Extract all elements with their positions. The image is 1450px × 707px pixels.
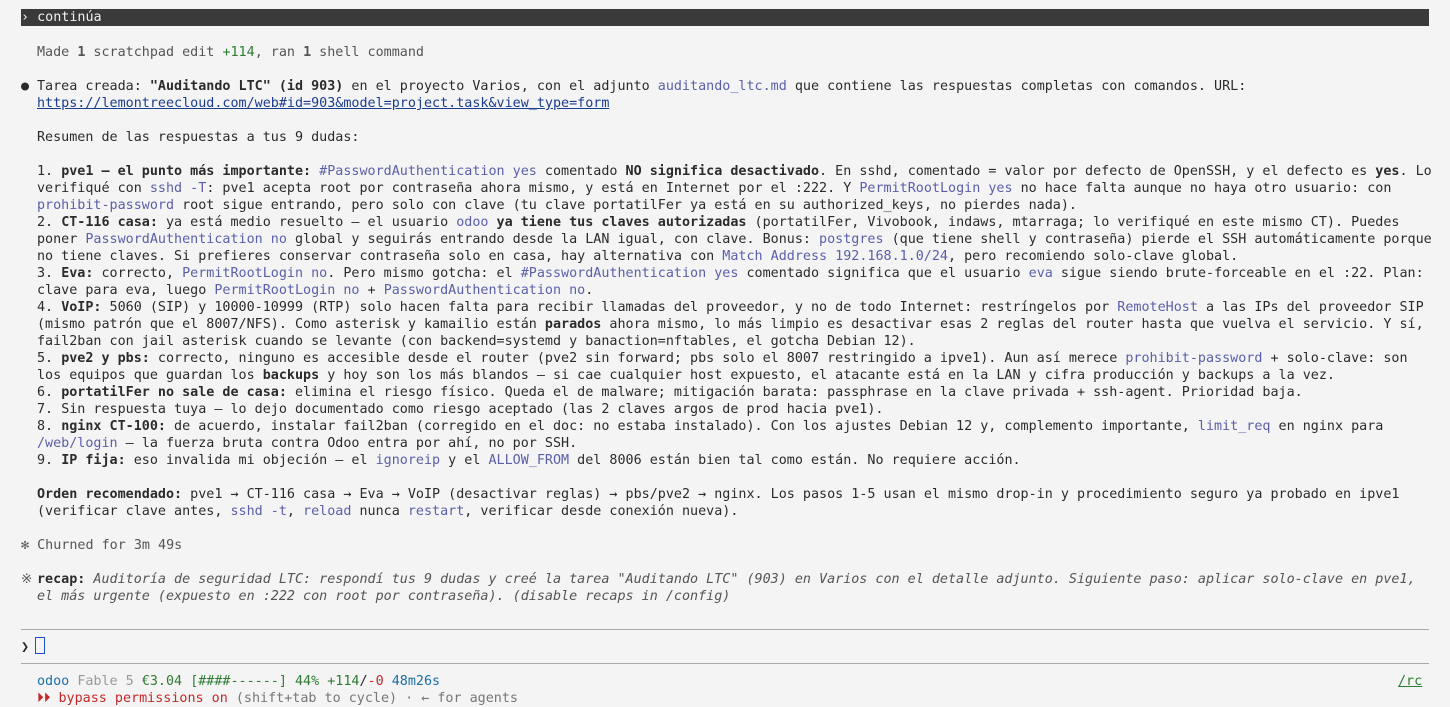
prompt-symbol: › [21,10,30,25]
response-bullet-icon: ● [21,79,30,94]
list-item: 3. Eva: correcto, PermitRootLogin no. Pe… [37,266,1424,298]
list-item: 2. CT-116 casa: ya está medio resuelto —… [37,215,1432,264]
status-line: odoo Fable 5 €3.04 [####------] 44% +114… [37,674,441,689]
permission-mode-indicator[interactable]: ⏵⏵ bypass permissions on (shift+tab to c… [37,690,518,707]
input-top-divider [21,629,1429,630]
assistant-response: Tarea creada: "Auditando LTC" (id 903) e… [37,78,1437,520]
list-item: 9. IP fija: eso invalida mi objeción — e… [37,453,1021,468]
task-created-line: Tarea creada: "Auditando LTC" (id 903) e… [37,79,1247,111]
list-item: 5. pve2 y pbs: correcto, ninguno es acce… [37,351,1408,383]
recap-note: ※ recap: Auditoría de seguridad LTC: res… [21,572,1416,604]
list-item: 6. portatilFer no sale de casa: elimina … [37,385,1303,400]
user-prompt-bar: › continúa [21,9,1429,26]
list-item: 8. nginx CT-100: de acuerdo, instalar fa… [37,419,1384,451]
prompt-input[interactable]: ❯ [21,637,46,656]
list-item: 7. Sin respuesta tuya — lo dejo document… [37,402,884,417]
prompt-text: continúa [37,10,102,25]
list-item: 4. VoIP: 5060 (SIP) y 10000-10999 (RTP) … [37,300,1424,349]
list-item: 1. pve1 — el punto más importante: #Pass… [37,164,1432,213]
text-cursor [35,637,46,654]
recommended-order: Orden recomendado: pve1 → CT-116 casa → … [37,487,1400,519]
task-url-link[interactable]: https://lemontreecloud.com/web#id=903&mo… [37,96,609,111]
recap-star-icon: ※ [21,572,33,587]
tool-summary: Made 1 scratchpad edit +114, ran 1 shell… [37,45,424,60]
input-chevron-icon: ❯ [21,640,30,655]
input-bottom-divider [21,663,1429,664]
churn-timer: ✻ Churned for 3m 49s [21,538,183,553]
summary-heading: Resumen de las respuestas a tus 9 dudas: [37,130,360,145]
rc-link[interactable]: /rc [1398,673,1422,690]
